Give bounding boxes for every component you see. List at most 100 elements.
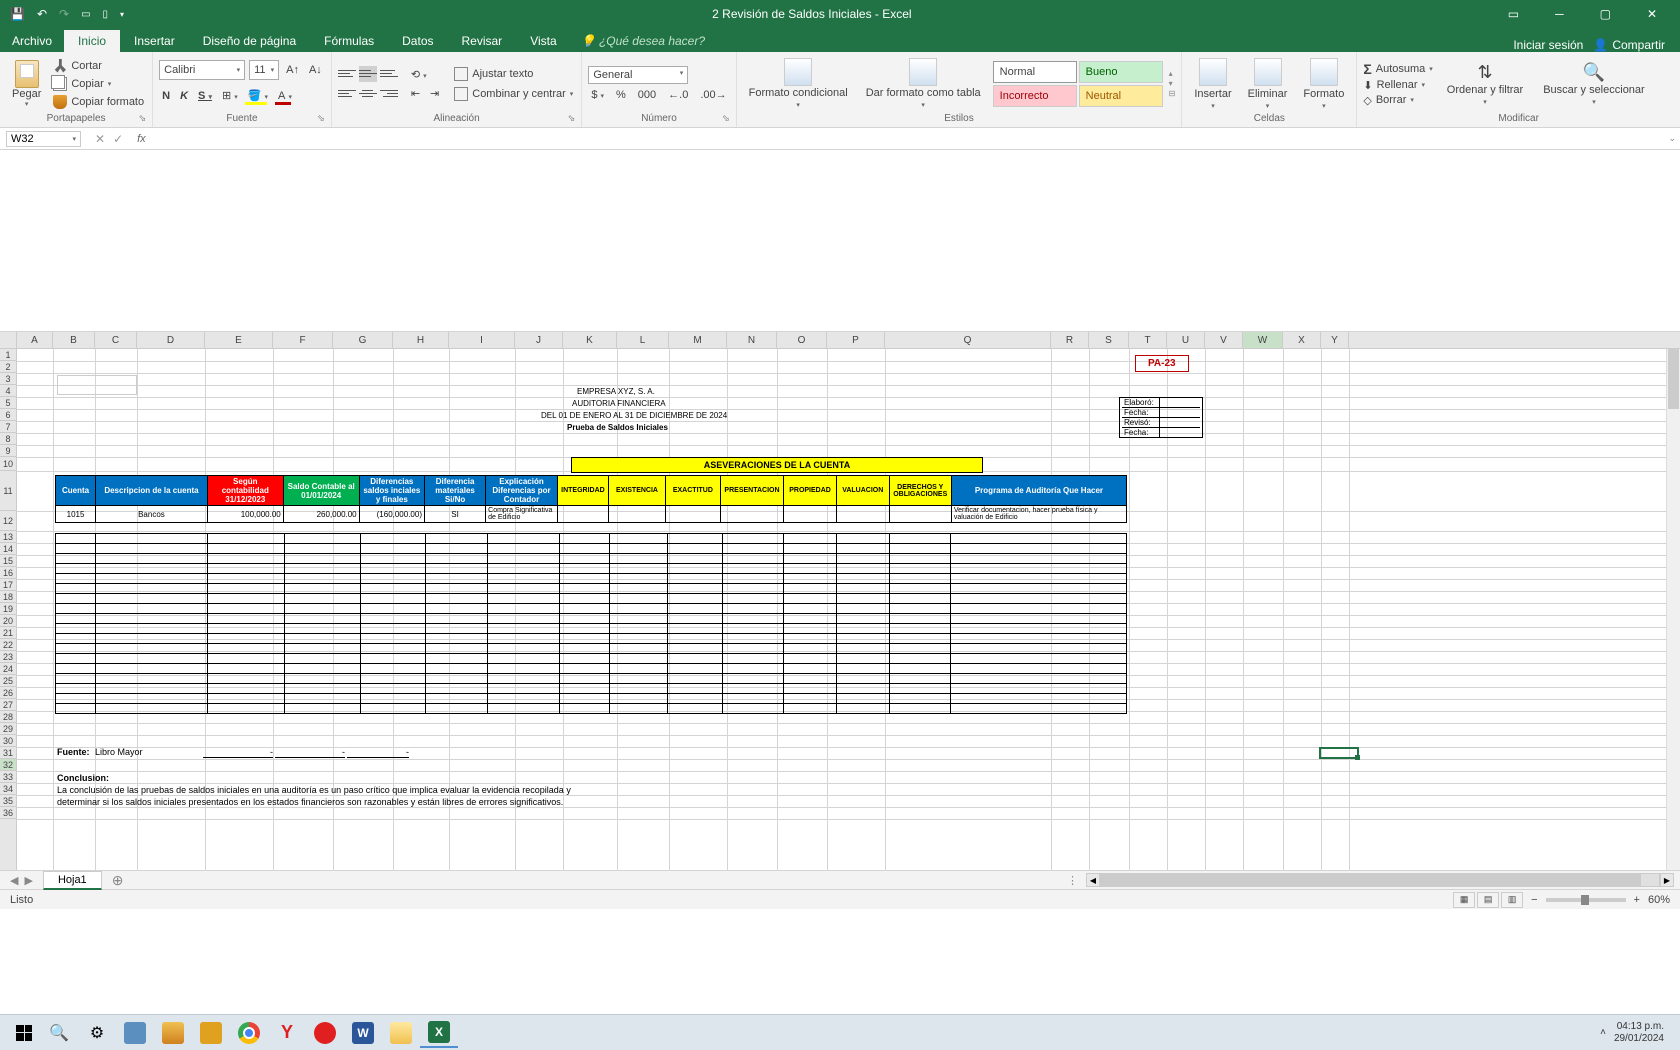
share-button[interactable]: 👤 Compartir: [1593, 38, 1665, 52]
touch-mode-icon[interactable]: ▭: [81, 9, 90, 20]
row-header-20[interactable]: 20: [0, 615, 16, 627]
autosum-button[interactable]: ΣAutosuma ▾: [1363, 61, 1432, 77]
opera-button[interactable]: [306, 1018, 344, 1048]
search-button[interactable]: 🔍: [40, 1018, 78, 1048]
maximize-button[interactable]: ▢: [1592, 3, 1619, 25]
col-header-F[interactable]: F: [273, 332, 333, 348]
vscroll-thumb[interactable]: [1668, 349, 1679, 409]
explorer-button[interactable]: [382, 1018, 420, 1048]
col-header-U[interactable]: U: [1167, 332, 1205, 348]
minimize-button[interactable]: ─: [1547, 3, 1572, 25]
row-header-6[interactable]: 6: [0, 409, 16, 421]
number-dialog-icon[interactable]: ⬂: [722, 113, 730, 124]
row-header-18[interactable]: 18: [0, 591, 16, 603]
zoom-out-button[interactable]: −: [1531, 894, 1537, 906]
name-box[interactable]: W32▾: [6, 131, 81, 147]
row-header-3[interactable]: 3: [0, 373, 16, 385]
row-header-1[interactable]: 1: [0, 349, 16, 361]
col-header-X[interactable]: X: [1283, 332, 1321, 348]
row-header-28[interactable]: 28: [0, 711, 16, 723]
col-header-V[interactable]: V: [1205, 332, 1243, 348]
row-header-16[interactable]: 16: [0, 567, 16, 579]
settings-button[interactable]: ⚙: [78, 1018, 116, 1048]
row-header-34[interactable]: 34: [0, 783, 16, 795]
col-header-T[interactable]: T: [1129, 332, 1167, 348]
row-header-8[interactable]: 8: [0, 433, 16, 445]
view-normal-button[interactable]: ▦: [1453, 892, 1475, 908]
vertical-scrollbar[interactable]: [1666, 349, 1680, 870]
col-header-J[interactable]: J: [515, 332, 563, 348]
col-header-Y[interactable]: Y: [1321, 332, 1349, 348]
row-header-2[interactable]: 2: [0, 361, 16, 373]
col-header-A[interactable]: A: [17, 332, 53, 348]
tab-insertar[interactable]: Insertar: [120, 30, 189, 52]
row-header-10[interactable]: 10: [0, 457, 16, 471]
style-bueno[interactable]: Bueno: [1079, 61, 1163, 83]
underline-button[interactable]: S ▾: [195, 89, 215, 103]
tab-formulas[interactable]: Fórmulas: [310, 30, 388, 52]
login-button[interactable]: Iniciar sesión: [1513, 38, 1583, 52]
font-size-select[interactable]: 11▾: [249, 60, 279, 80]
row-header-17[interactable]: 17: [0, 579, 16, 591]
select-all-corner[interactable]: [0, 332, 17, 348]
style-neutral[interactable]: Neutral: [1079, 85, 1163, 107]
col-header-B[interactable]: B: [53, 332, 95, 348]
row-header-19[interactable]: 19: [0, 603, 16, 615]
col-header-C[interactable]: C: [95, 332, 137, 348]
conditional-format-button[interactable]: Formato condicional▾: [743, 56, 854, 111]
view-page-break-button[interactable]: ▥: [1501, 892, 1523, 908]
copy-button[interactable]: Copiar ▾: [51, 76, 146, 92]
tab-diseno[interactable]: Diseño de página: [189, 30, 310, 52]
align-right-button[interactable]: [380, 86, 398, 102]
paint-button[interactable]: [154, 1018, 192, 1048]
horizontal-scrollbar[interactable]: [1100, 873, 1660, 887]
font-name-select[interactable]: Calibri▾: [159, 60, 245, 80]
merge-center-button[interactable]: Combinar y centrar ▾: [452, 86, 575, 102]
hscroll-left-icon[interactable]: ◀: [1086, 873, 1100, 887]
fill-color-button[interactable]: 🪣 ▾: [245, 88, 271, 103]
col-header-E[interactable]: E: [205, 332, 273, 348]
sheet-nav-prev-icon[interactable]: ◀: [10, 874, 18, 887]
borders-button[interactable]: ⊞ ▾: [219, 88, 241, 103]
styles-more-icon[interactable]: ⊟: [1169, 89, 1176, 98]
delete-cells-button[interactable]: Eliminar▾: [1242, 56, 1294, 112]
style-incorrecto[interactable]: Incorrecto: [993, 85, 1077, 107]
clipboard-dialog-icon[interactable]: ⬂: [139, 113, 147, 124]
app1-button[interactable]: [192, 1018, 230, 1048]
decrease-indent-button[interactable]: ⇤: [408, 86, 423, 101]
expand-formula-icon[interactable]: ⌄: [1668, 133, 1676, 144]
col-header-W[interactable]: W: [1243, 332, 1283, 348]
col-header-K[interactable]: K: [563, 332, 617, 348]
row-header-21[interactable]: 21: [0, 627, 16, 639]
orientation-button[interactable]: ⟲ ▾: [408, 67, 442, 82]
tray-expand-icon[interactable]: ˄: [1600, 1027, 1606, 1038]
col-header-N[interactable]: N: [727, 332, 777, 348]
hscroll-thumb[interactable]: [1101, 874, 1641, 886]
align-left-button[interactable]: [338, 86, 356, 102]
italic-button[interactable]: K: [177, 89, 191, 103]
row-header-36[interactable]: 36: [0, 807, 16, 819]
col-header-P[interactable]: P: [827, 332, 885, 348]
zoom-slider[interactable]: [1546, 898, 1626, 902]
fill-button[interactable]: ⬇Rellenar ▾: [1363, 79, 1432, 92]
redo-icon[interactable]: ↷: [59, 7, 69, 21]
add-sheet-button[interactable]: ⊕: [102, 870, 134, 891]
increase-indent-button[interactable]: ⇥: [427, 86, 442, 101]
row-header-32[interactable]: 32: [0, 759, 16, 771]
insert-cells-button[interactable]: Insertar▾: [1188, 56, 1237, 112]
tab-datos[interactable]: Datos: [388, 30, 447, 52]
cell-styles-gallery[interactable]: Normal Bueno Incorrecto Neutral: [993, 61, 1163, 107]
row-header-5[interactable]: 5: [0, 397, 16, 409]
decrease-decimal-button[interactable]: .00→: [697, 88, 729, 102]
font-dialog-icon[interactable]: ⬂: [317, 113, 325, 124]
formula-input[interactable]: [152, 131, 1680, 147]
align-bottom-button[interactable]: [380, 66, 398, 82]
format-painter-button[interactable]: Copiar formato: [51, 94, 146, 110]
enter-formula-icon[interactable]: ✓: [113, 132, 123, 146]
row-header-23[interactable]: 23: [0, 651, 16, 663]
col-header-I[interactable]: I: [449, 332, 515, 348]
save-icon[interactable]: 💾: [10, 7, 25, 21]
format-as-table-button[interactable]: Dar formato como tabla▾: [860, 56, 987, 111]
col-header-O[interactable]: O: [777, 332, 827, 348]
increase-font-button[interactable]: A↑: [283, 63, 302, 77]
